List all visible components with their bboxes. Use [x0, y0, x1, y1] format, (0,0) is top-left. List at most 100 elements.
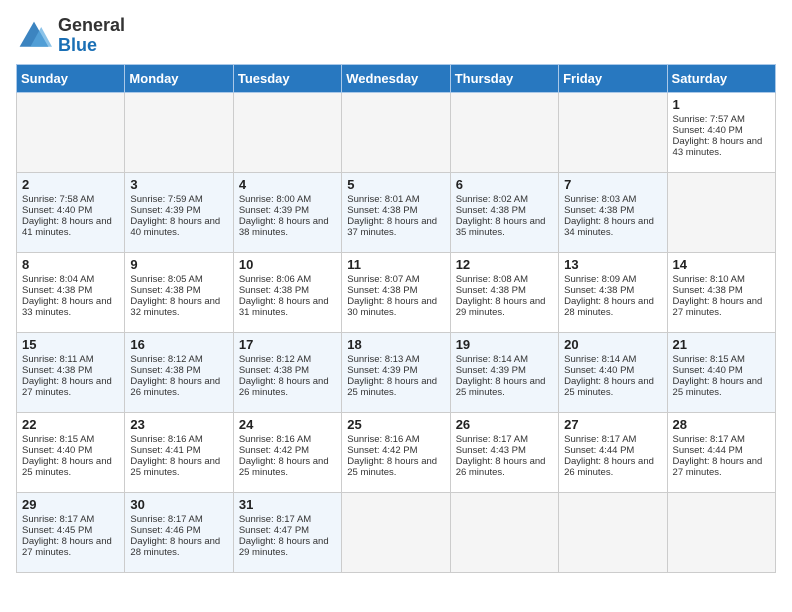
sunset-label: Sunset: 4:38 PM — [22, 365, 92, 376]
daylight-label: Daylight: 8 hours and 26 minutes. — [456, 456, 546, 478]
day-cell-21: 21 Sunrise: 8:15 AM Sunset: 4:40 PM Dayl… — [667, 332, 775, 412]
sunset-label: Sunset: 4:40 PM — [564, 365, 634, 376]
day-cell-27: 27 Sunrise: 8:17 AM Sunset: 4:44 PM Dayl… — [559, 412, 667, 492]
day-cell-29: 29 Sunrise: 8:17 AM Sunset: 4:45 PM Dayl… — [17, 492, 125, 572]
sunrise-label: Sunrise: 8:00 AM — [239, 194, 311, 205]
day-number: 13 — [564, 257, 661, 272]
daylight-label: Daylight: 8 hours and 26 minutes. — [239, 376, 329, 398]
daylight-label: Daylight: 8 hours and 25 minutes. — [564, 376, 654, 398]
day-cell-20: 20 Sunrise: 8:14 AM Sunset: 4:40 PM Dayl… — [559, 332, 667, 412]
day-cell-4: 4 Sunrise: 8:00 AM Sunset: 4:39 PM Dayli… — [233, 172, 341, 252]
daylight-label: Daylight: 8 hours and 33 minutes. — [22, 296, 112, 318]
sunrise-label: Sunrise: 7:59 AM — [130, 194, 202, 205]
daylight-label: Daylight: 8 hours and 30 minutes. — [347, 296, 437, 318]
day-number: 15 — [22, 337, 119, 352]
logo: GeneralBlue — [16, 16, 125, 56]
sunset-label: Sunset: 4:40 PM — [673, 125, 743, 136]
day-cell-30: 30 Sunrise: 8:17 AM Sunset: 4:46 PM Dayl… — [125, 492, 233, 572]
day-number: 5 — [347, 177, 444, 192]
day-number: 12 — [456, 257, 553, 272]
sunset-label: Sunset: 4:38 PM — [564, 285, 634, 296]
day-cell-8: 8 Sunrise: 8:04 AM Sunset: 4:38 PM Dayli… — [17, 252, 125, 332]
day-number: 25 — [347, 417, 444, 432]
daylight-label: Daylight: 8 hours and 32 minutes. — [130, 296, 220, 318]
sunset-label: Sunset: 4:38 PM — [564, 205, 634, 216]
sunrise-label: Sunrise: 8:10 AM — [673, 274, 745, 285]
daylight-label: Daylight: 8 hours and 41 minutes. — [22, 216, 112, 238]
daylight-label: Daylight: 8 hours and 29 minutes. — [456, 296, 546, 318]
day-number: 28 — [673, 417, 770, 432]
sunset-label: Sunset: 4:43 PM — [456, 445, 526, 456]
sunrise-label: Sunrise: 8:16 AM — [347, 434, 419, 445]
day-cell-10: 10 Sunrise: 8:06 AM Sunset: 4:38 PM Dayl… — [233, 252, 341, 332]
day-number: 6 — [456, 177, 553, 192]
day-cell-1: 1 Sunrise: 7:57 AM Sunset: 4:40 PM Dayli… — [667, 92, 775, 172]
sunrise-label: Sunrise: 8:04 AM — [22, 274, 94, 285]
daylight-label: Daylight: 8 hours and 27 minutes. — [673, 296, 763, 318]
sunset-label: Sunset: 4:45 PM — [22, 525, 92, 536]
calendar-table: SundayMondayTuesdayWednesdayThursdayFrid… — [16, 64, 776, 573]
weekday-header-sunday: Sunday — [17, 64, 125, 92]
page-header: GeneralBlue — [16, 16, 776, 56]
day-cell-31: 31 Sunrise: 8:17 AM Sunset: 4:47 PM Dayl… — [233, 492, 341, 572]
day-cell-16: 16 Sunrise: 8:12 AM Sunset: 4:38 PM Dayl… — [125, 332, 233, 412]
daylight-label: Daylight: 8 hours and 28 minutes. — [564, 296, 654, 318]
day-cell-26: 26 Sunrise: 8:17 AM Sunset: 4:43 PM Dayl… — [450, 412, 558, 492]
empty-cell — [450, 492, 558, 572]
sunset-label: Sunset: 4:39 PM — [239, 205, 309, 216]
empty-cell — [233, 92, 341, 172]
sunset-label: Sunset: 4:38 PM — [673, 285, 743, 296]
day-number: 2 — [22, 177, 119, 192]
sunrise-label: Sunrise: 8:14 AM — [456, 354, 528, 365]
empty-cell — [17, 92, 125, 172]
sunset-label: Sunset: 4:40 PM — [673, 365, 743, 376]
sunset-label: Sunset: 4:38 PM — [239, 285, 309, 296]
day-number: 16 — [130, 337, 227, 352]
sunrise-label: Sunrise: 8:01 AM — [347, 194, 419, 205]
sunrise-label: Sunrise: 8:14 AM — [564, 354, 636, 365]
day-number: 8 — [22, 257, 119, 272]
sunset-label: Sunset: 4:39 PM — [456, 365, 526, 376]
day-number: 31 — [239, 497, 336, 512]
daylight-label: Daylight: 8 hours and 38 minutes. — [239, 216, 329, 238]
day-cell-11: 11 Sunrise: 8:07 AM Sunset: 4:38 PM Dayl… — [342, 252, 450, 332]
sunset-label: Sunset: 4:39 PM — [130, 205, 200, 216]
day-number: 3 — [130, 177, 227, 192]
sunrise-label: Sunrise: 8:15 AM — [673, 354, 745, 365]
daylight-label: Daylight: 8 hours and 25 minutes. — [456, 376, 546, 398]
daylight-label: Daylight: 8 hours and 29 minutes. — [239, 536, 329, 558]
empty-cell — [125, 92, 233, 172]
sunrise-label: Sunrise: 7:57 AM — [673, 114, 745, 125]
empty-cell — [667, 492, 775, 572]
day-cell-22: 22 Sunrise: 8:15 AM Sunset: 4:40 PM Dayl… — [17, 412, 125, 492]
day-cell-15: 15 Sunrise: 8:11 AM Sunset: 4:38 PM Dayl… — [17, 332, 125, 412]
daylight-label: Daylight: 8 hours and 25 minutes. — [347, 456, 437, 478]
logo-text: GeneralBlue — [58, 16, 125, 56]
daylight-label: Daylight: 8 hours and 25 minutes. — [673, 376, 763, 398]
daylight-label: Daylight: 8 hours and 26 minutes. — [564, 456, 654, 478]
day-number: 14 — [673, 257, 770, 272]
sunset-label: Sunset: 4:38 PM — [347, 205, 417, 216]
empty-cell — [342, 92, 450, 172]
calendar-week-row: 1 Sunrise: 7:57 AM Sunset: 4:40 PM Dayli… — [17, 92, 776, 172]
empty-cell — [667, 172, 775, 252]
daylight-label: Daylight: 8 hours and 25 minutes. — [130, 456, 220, 478]
sunrise-label: Sunrise: 8:12 AM — [239, 354, 311, 365]
daylight-label: Daylight: 8 hours and 25 minutes. — [239, 456, 329, 478]
day-cell-2: 2 Sunrise: 7:58 AM Sunset: 4:40 PM Dayli… — [17, 172, 125, 252]
day-cell-23: 23 Sunrise: 8:16 AM Sunset: 4:41 PM Dayl… — [125, 412, 233, 492]
day-cell-6: 6 Sunrise: 8:02 AM Sunset: 4:38 PM Dayli… — [450, 172, 558, 252]
sunset-label: Sunset: 4:42 PM — [347, 445, 417, 456]
day-number: 17 — [239, 337, 336, 352]
daylight-label: Daylight: 8 hours and 26 minutes. — [130, 376, 220, 398]
day-cell-24: 24 Sunrise: 8:16 AM Sunset: 4:42 PM Dayl… — [233, 412, 341, 492]
sunset-label: Sunset: 4:46 PM — [130, 525, 200, 536]
day-cell-7: 7 Sunrise: 8:03 AM Sunset: 4:38 PM Dayli… — [559, 172, 667, 252]
weekday-header-wednesday: Wednesday — [342, 64, 450, 92]
day-number: 4 — [239, 177, 336, 192]
empty-cell — [342, 492, 450, 572]
day-number: 18 — [347, 337, 444, 352]
sunrise-label: Sunrise: 8:17 AM — [130, 514, 202, 525]
sunset-label: Sunset: 4:38 PM — [347, 285, 417, 296]
sunrise-label: Sunrise: 8:11 AM — [22, 354, 94, 365]
